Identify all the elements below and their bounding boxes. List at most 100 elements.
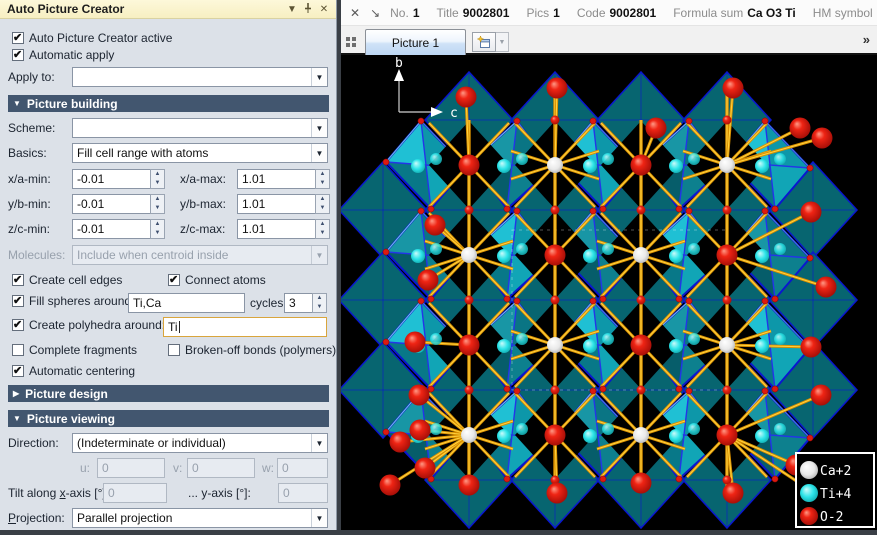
basics-combo[interactable]: Fill cell range with atoms ▼ <box>72 143 328 163</box>
zc-min-spinner[interactable]: -0.01 ▲▼ <box>72 219 165 239</box>
dropdown-arrow-icon[interactable]: ▼ <box>311 68 327 86</box>
checkbox-box[interactable] <box>12 365 24 377</box>
checkbox-box[interactable] <box>12 274 24 286</box>
checkbox-box[interactable] <box>12 319 24 331</box>
spin-buttons[interactable]: ▲▼ <box>150 169 165 189</box>
create-polyhedra-checkbox[interactable]: Create polyhedra around: <box>12 318 165 332</box>
basics-row: Basics: Fill cell range with atoms ▼ <box>0 143 337 164</box>
yb-max-spinner[interactable]: 1.01 ▲▼ <box>237 194 330 214</box>
structure-info-bar: ✕ ↘ No.1 Title9002801 Pics1 Code9002801 … <box>341 0 877 26</box>
dropdown-arrow-icon[interactable]: ▼ <box>311 434 327 452</box>
molecules-label: Molecules: <box>8 248 65 262</box>
checkbox-box[interactable] <box>12 32 24 44</box>
molecules-row: Molecules: Include when centroid inside … <box>0 245 337 266</box>
spin-buttons[interactable]: ▲▼ <box>150 194 165 214</box>
xa-min-spinner[interactable]: -0.01 ▲▼ <box>72 169 165 189</box>
spin-buttons[interactable]: ▲▼ <box>312 293 327 313</box>
checkbox-box[interactable] <box>168 344 180 356</box>
checkbox-box[interactable] <box>12 344 24 356</box>
auto-apply-row: Automatic apply <box>0 47 337 68</box>
dropdown-arrow-icon[interactable]: ▼ <box>311 509 327 527</box>
cycles-spinner[interactable]: 3 ▲▼ <box>284 293 327 313</box>
panel-menu-icon[interactable]: ▼ <box>284 4 300 15</box>
dropdown-arrow-icon[interactable]: ▼ <box>311 119 327 137</box>
spin-buttons[interactable]: ▲▼ <box>315 194 330 214</box>
broken-bonds-checkbox[interactable]: Broken-off bonds (polymers) <box>168 343 336 357</box>
checkbox-label: Create cell edges <box>29 273 122 287</box>
legend-label: Ca+2 <box>820 464 851 479</box>
spinner-value[interactable]: 1.01 <box>237 169 315 189</box>
combo-value: Parallel projection <box>73 509 311 527</box>
checkbox-label: Connect atoms <box>185 273 266 287</box>
fill-spheres-checkbox[interactable]: Fill spheres around: <box>12 294 134 308</box>
automatic-apply-checkbox[interactable]: Automatic apply <box>12 48 114 62</box>
fill-spheres-input[interactable]: Ti,Ca <box>128 293 245 313</box>
structure-viewport[interactable]: bcCa+2Ti+4O-2 <box>341 57 877 530</box>
input-value: 0 <box>282 461 289 475</box>
complete-fragments-checkbox[interactable]: Complete fragments <box>12 343 137 357</box>
spin-buttons[interactable]: ▲▼ <box>315 219 330 239</box>
scheme-label: Scheme: <box>8 121 55 135</box>
checkbox-box[interactable] <box>12 49 24 61</box>
close-icon[interactable]: ✕ <box>350 6 360 20</box>
apply-to-combo[interactable]: ▼ <box>72 67 328 87</box>
checkbox-label: Complete fragments <box>29 343 137 357</box>
pin-icon[interactable] <box>300 2 316 17</box>
checkbox-label: Automatic apply <box>29 48 114 62</box>
auto-active-checkbox[interactable]: Auto Picture Creator active <box>12 31 172 45</box>
connect-atoms-checkbox[interactable]: Connect atoms <box>168 273 266 287</box>
direction-combo[interactable]: (Indeterminate or individual) ▼ <box>72 433 328 453</box>
u-input: 0 <box>97 458 165 478</box>
yb-max-label: y/b-max: <box>180 197 226 211</box>
apply-to-label: Apply to: <box>8 70 55 84</box>
spinner-value[interactable]: 1.01 <box>237 219 315 239</box>
picture-design-header[interactable]: ▶ Picture design <box>8 385 329 402</box>
panel-titlebar[interactable]: Auto Picture Creator ▼ ✕ <box>0 0 336 19</box>
section-title: Picture design <box>25 387 108 401</box>
new-picture-button[interactable]: ▼ <box>472 32 509 52</box>
spinner-value[interactable]: -0.01 <box>72 194 150 214</box>
crystal-structure-render[interactable]: bcCa+2Ti+4O-2 <box>341 57 877 530</box>
projection-combo[interactable]: Parallel projection ▼ <box>72 508 328 528</box>
create-cell-edges-checkbox[interactable]: Create cell edges <box>12 273 122 287</box>
tilt-y-label: ... y-axis [°]: <box>188 486 251 500</box>
close-icon[interactable]: ✕ <box>316 4 332 15</box>
dropdown-arrow-icon[interactable]: ▼ <box>311 144 327 162</box>
scheme-combo[interactable]: ▼ <box>72 118 328 138</box>
new-picture-icon[interactable] <box>472 32 496 52</box>
spinner-value[interactable]: -0.01 <box>72 169 150 189</box>
checkbox-box[interactable] <box>12 295 24 307</box>
tab-overflow-icon[interactable]: » <box>863 32 870 47</box>
spin-buttons[interactable]: ▲▼ <box>315 169 330 189</box>
picture-viewing-header[interactable]: ▼ Picture viewing <box>8 410 329 427</box>
new-picture-dropdown-icon[interactable]: ▼ <box>496 32 509 52</box>
picture-building-header[interactable]: ▼ Picture building <box>8 95 329 112</box>
apply-to-row: Apply to: ▼ <box>0 67 337 88</box>
checkbox-label: Fill spheres around: <box>29 294 134 308</box>
combo-value <box>73 119 311 137</box>
zc-max-spinner[interactable]: 1.01 ▲▼ <box>237 219 330 239</box>
spinner-value[interactable]: 1.01 <box>237 194 315 214</box>
panel-title: Auto Picture Creator <box>7 2 284 16</box>
fill-spheres-row: Fill spheres around: Ti,Ca cycles: 3 ▲▼ <box>0 293 337 314</box>
scheme-row: Scheme: ▼ <box>0 118 337 139</box>
checkbox-box[interactable] <box>168 274 180 286</box>
xa-max-label: x/a-max: <box>180 172 226 186</box>
automatic-centering-checkbox[interactable]: Automatic centering <box>12 364 135 378</box>
spinner-value[interactable]: 3 <box>284 293 312 313</box>
tab-picture-1[interactable]: Picture 1 <box>365 29 466 55</box>
spin-buttons[interactable]: ▲▼ <box>150 219 165 239</box>
legend-label: O-2 <box>820 510 843 525</box>
spinner-value[interactable]: -0.01 <box>72 219 150 239</box>
tab-list-grid-icon[interactable] <box>346 35 357 53</box>
xa-max-spinner[interactable]: 1.01 ▲▼ <box>237 169 330 189</box>
molecules-combo: Include when centroid inside ▼ <box>72 245 328 265</box>
polyhedra-input[interactable]: Ti <box>163 317 327 337</box>
tilt-y-input: 0 <box>278 483 328 503</box>
info-code: Code9002801 <box>577 6 656 20</box>
range-row-zc: z/c-min: -0.01 ▲▼ z/c-max: 1.01 ▲▼ <box>0 219 337 240</box>
dock-arrow-icon[interactable]: ↘ <box>370 6 380 20</box>
combo-value <box>73 68 311 86</box>
yb-min-spinner[interactable]: -0.01 ▲▼ <box>72 194 165 214</box>
tilt-x-label: Tilt along x-axis [°]: <box>8 486 109 500</box>
